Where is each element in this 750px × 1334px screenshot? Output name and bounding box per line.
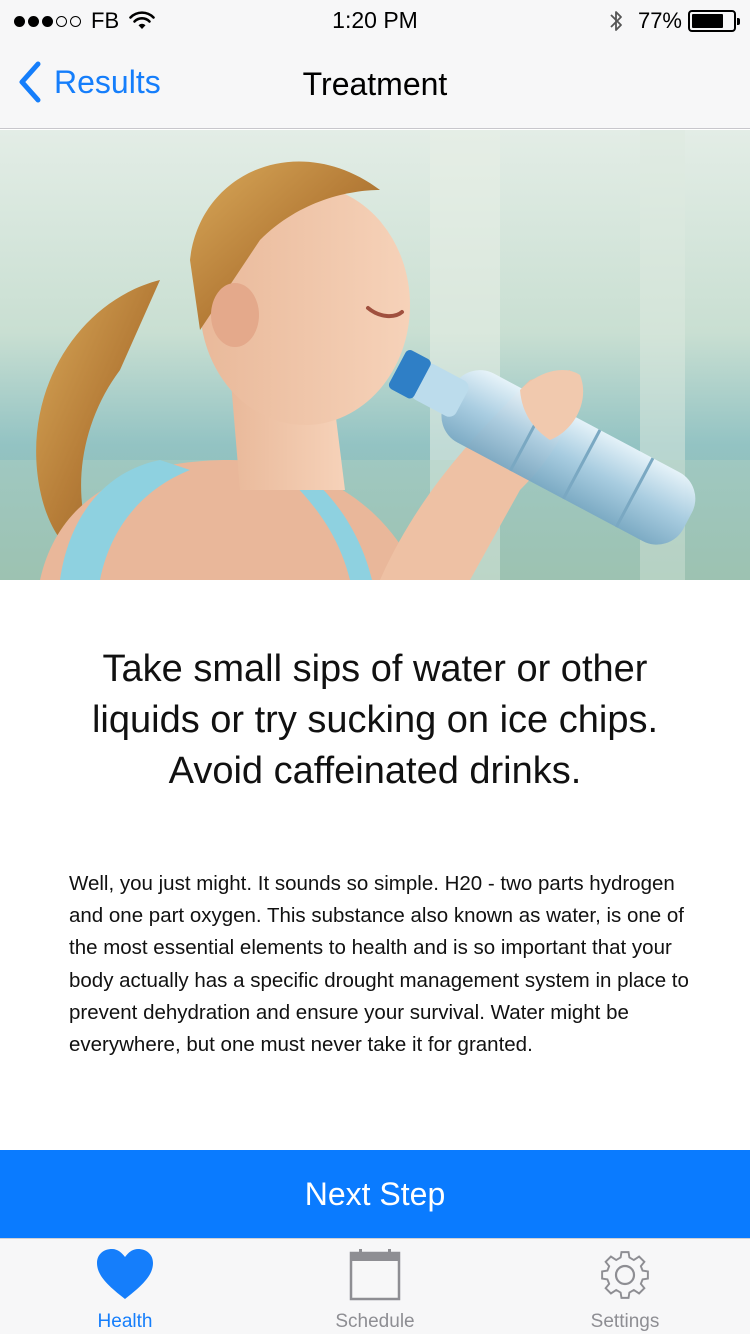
treatment-description: Well, you just might. It sounds so simpl… xyxy=(69,872,689,1057)
tab-settings[interactable]: Settings xyxy=(500,1239,750,1334)
status-right: 77% xyxy=(608,7,740,35)
tab-schedule[interactable]: Schedule xyxy=(250,1239,500,1334)
tab-bar: Health Schedule Settings xyxy=(0,1238,750,1334)
battery-level xyxy=(692,14,723,28)
tab-label: Health xyxy=(97,1311,153,1332)
heart-icon xyxy=(97,1249,153,1299)
bluetooth-icon xyxy=(610,11,622,31)
page-title: Treatment xyxy=(302,66,448,102)
navigation-bar: Results Treatment xyxy=(0,40,750,129)
battery-percent: 77% xyxy=(637,8,682,33)
hero-image xyxy=(0,130,750,580)
status-bar: FB 1:20 PM 77% xyxy=(0,0,750,40)
tab-label: Schedule xyxy=(335,1311,415,1332)
treatment-headline: Take small sips of water or other liquid… xyxy=(91,648,659,792)
woman-drinking-water-photo xyxy=(0,130,750,580)
gear-icon xyxy=(601,1251,649,1299)
tab-label: Settings xyxy=(590,1311,660,1332)
battery-icon xyxy=(688,10,740,32)
next-step-button[interactable]: Next Step xyxy=(0,1150,750,1238)
tab-health[interactable]: Health xyxy=(0,1239,250,1334)
calendar-icon xyxy=(349,1249,401,1301)
